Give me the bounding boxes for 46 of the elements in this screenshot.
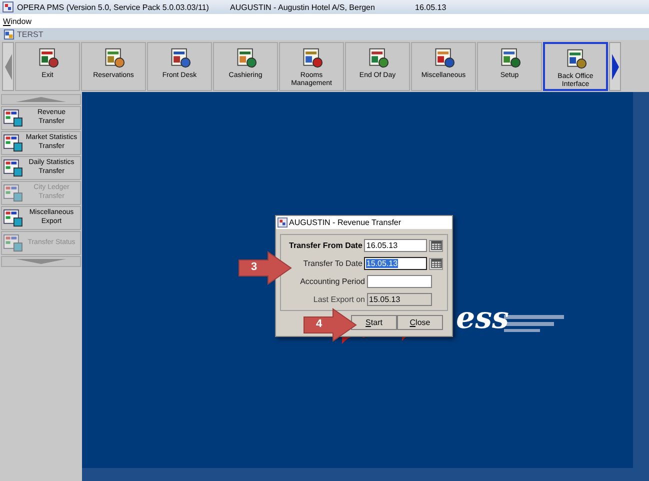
arrow-callout	[238, 251, 292, 285]
right-triangle-icon	[612, 54, 618, 80]
calendar-icon	[430, 259, 442, 268]
property-name: AUGUSTIN - Augustin Hotel A/S, Bergen	[230, 2, 376, 12]
left-triangle-icon	[4, 54, 12, 80]
field-label: Transfer From Date	[288, 241, 362, 250]
input-field[interactable]: 16.05.13	[364, 239, 428, 252]
report-icon	[3, 159, 23, 177]
scroll-right-button[interactable]	[609, 42, 621, 91]
window-title: OPERA PMS (Version 5.0, Service Pack 5.0.03.03/11)	[17, 2, 210, 12]
document-icon	[168, 47, 190, 69]
report-icon	[3, 134, 23, 152]
document-icon	[564, 48, 586, 70]
logo-text: ess	[456, 301, 509, 336]
document-icon	[102, 47, 124, 69]
report-icon	[3, 109, 23, 127]
business-date: 16.05.13	[415, 2, 446, 12]
document-icon	[366, 47, 388, 69]
app-icon	[277, 217, 288, 228]
app-icon	[2, 1, 14, 13]
field-label: Transfer To Date	[302, 259, 362, 268]
dialog-button[interactable]: Close	[397, 315, 443, 330]
menu-item[interactable]: Window	[3, 16, 32, 26]
document-icon	[300, 47, 322, 69]
input-field[interactable]	[367, 275, 432, 288]
module-title: TERST	[17, 30, 44, 38]
document-icon	[432, 47, 454, 69]
scroll-left-button[interactable]	[2, 42, 14, 91]
document-icon	[234, 47, 256, 69]
dialog-title: AUGUSTIN - Revenue Transfer	[289, 218, 402, 227]
calendar-button[interactable]	[429, 258, 443, 270]
step-number: 3	[251, 261, 258, 273]
module-icon	[3, 28, 15, 40]
report-icon	[3, 234, 23, 252]
field-label: Accounting Period	[299, 277, 365, 286]
report-icon	[3, 209, 23, 227]
arrow-callout	[303, 308, 357, 342]
dialog-button[interactable]: Start	[351, 315, 397, 330]
field-label: Last Export on	[312, 295, 365, 304]
document-icon	[36, 47, 58, 69]
input-field[interactable]: 15.05.13	[364, 257, 428, 270]
report-icon	[3, 184, 23, 202]
calendar-button[interactable]	[429, 240, 443, 252]
calendar-icon	[430, 241, 442, 250]
document-icon	[498, 47, 520, 69]
step-number: 4	[316, 318, 322, 330]
